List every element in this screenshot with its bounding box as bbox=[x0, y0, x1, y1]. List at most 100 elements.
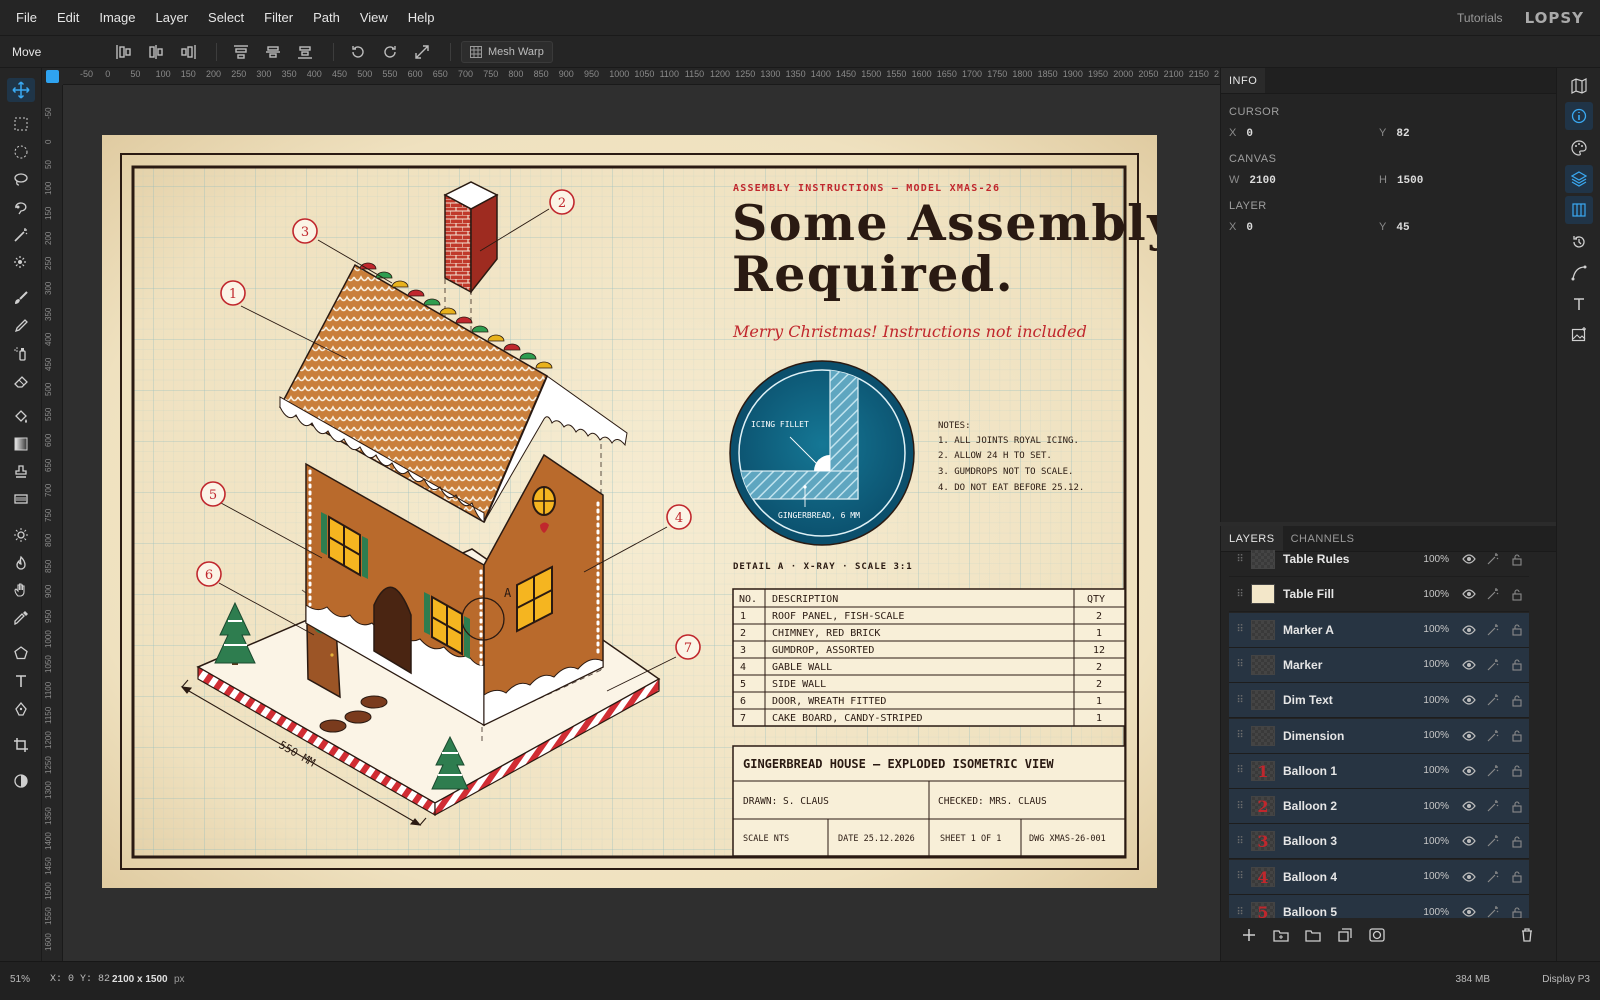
visibility-eye-icon[interactable] bbox=[1457, 577, 1481, 612]
lock-icon[interactable] bbox=[1505, 550, 1529, 577]
layer-opacity[interactable]: 100% bbox=[1413, 730, 1449, 741]
align-bottom-icon[interactable] bbox=[291, 40, 319, 64]
balloon-4[interactable]: 4 bbox=[666, 504, 692, 530]
layer-effects-icon[interactable] bbox=[1481, 789, 1505, 824]
hand-icon[interactable] bbox=[7, 578, 35, 602]
layer-name[interactable]: Table Fill bbox=[1283, 587, 1413, 601]
layer-effects-icon[interactable] bbox=[1481, 895, 1505, 919]
drag-handle-icon[interactable]: ⠿ bbox=[1229, 659, 1251, 670]
layer-name[interactable]: Balloon 1 bbox=[1283, 764, 1413, 778]
drag-handle-icon[interactable]: ⠿ bbox=[1229, 624, 1251, 635]
visibility-eye-icon[interactable] bbox=[1457, 647, 1481, 682]
lock-icon[interactable] bbox=[1505, 683, 1529, 718]
visibility-eye-icon[interactable] bbox=[1457, 753, 1481, 788]
document-artboard[interactable]: A 550 MM 1 2 3 4 5 6 7 ASSEMBLY INSTRUCT… bbox=[102, 135, 1157, 888]
layer-effects-icon[interactable] bbox=[1481, 859, 1505, 894]
gradient-icon[interactable] bbox=[7, 432, 35, 456]
layer-effects-icon[interactable] bbox=[1481, 577, 1505, 612]
menu-filter[interactable]: Filter bbox=[254, 10, 303, 25]
move-tool-icon[interactable] bbox=[7, 78, 35, 102]
visibility-eye-icon[interactable] bbox=[1457, 550, 1481, 577]
layer-row[interactable]: ⠿ Marker A 100% bbox=[1229, 612, 1529, 648]
tab-layers[interactable]: LAYERS bbox=[1221, 526, 1283, 551]
magic-wand-icon[interactable] bbox=[7, 223, 35, 247]
lock-icon[interactable] bbox=[1505, 718, 1529, 753]
mask-icon[interactable] bbox=[1361, 920, 1393, 950]
visibility-eye-icon[interactable] bbox=[1457, 718, 1481, 753]
layer-name[interactable]: Dim Text bbox=[1283, 693, 1413, 707]
layer-row[interactable]: ⠿ 5 Balloon 5 100% bbox=[1229, 895, 1529, 918]
tab-channels[interactable]: CHANNELS bbox=[1283, 526, 1363, 551]
layer-effects-icon[interactable] bbox=[1481, 718, 1505, 753]
layer-opacity[interactable]: 100% bbox=[1413, 695, 1449, 706]
bucket-icon[interactable] bbox=[7, 405, 35, 429]
layer-opacity[interactable]: 100% bbox=[1413, 659, 1449, 670]
drag-handle-icon[interactable]: ⠿ bbox=[1229, 695, 1251, 706]
duplicate-icon[interactable] bbox=[1329, 920, 1361, 950]
lock-icon[interactable] bbox=[1505, 612, 1529, 647]
layer-row[interactable]: ⠿ Dim Text 100% bbox=[1229, 683, 1529, 719]
layer-opacity[interactable]: 100% bbox=[1413, 554, 1449, 565]
balloon-2[interactable]: 2 bbox=[549, 189, 575, 215]
layer-opacity[interactable]: 100% bbox=[1413, 907, 1449, 918]
layer-opacity[interactable]: 100% bbox=[1413, 765, 1449, 776]
quick-select-icon[interactable] bbox=[7, 250, 35, 274]
drag-handle-icon[interactable]: ⠿ bbox=[1229, 871, 1251, 882]
menu-path[interactable]: Path bbox=[303, 10, 350, 25]
expand-icon[interactable] bbox=[408, 40, 436, 64]
visibility-eye-icon[interactable] bbox=[1457, 824, 1481, 859]
layer-opacity[interactable]: 100% bbox=[1413, 871, 1449, 882]
menu-edit[interactable]: Edit bbox=[47, 10, 89, 25]
layer-effects-icon[interactable] bbox=[1481, 683, 1505, 718]
balloon-1[interactable]: 1 bbox=[220, 280, 246, 306]
origin-marker[interactable] bbox=[46, 70, 59, 83]
menu-help[interactable]: Help bbox=[398, 10, 445, 25]
layer-name[interactable]: Balloon 5 bbox=[1283, 905, 1413, 918]
menu-image[interactable]: Image bbox=[89, 10, 145, 25]
spray-icon[interactable] bbox=[7, 341, 35, 365]
new-group-icon[interactable] bbox=[1265, 920, 1297, 950]
drag-handle-icon[interactable]: ⠿ bbox=[1229, 554, 1251, 565]
eraser-icon[interactable] bbox=[7, 369, 35, 393]
mesh-warp-button[interactable]: Mesh Warp bbox=[461, 40, 553, 63]
visibility-eye-icon[interactable] bbox=[1457, 612, 1481, 647]
image-adjust-icon[interactable] bbox=[1565, 321, 1593, 349]
canvas-stage[interactable]: A 550 MM 1 2 3 4 5 6 7 ASSEMBLY INSTRUCT… bbox=[63, 85, 1220, 961]
align-center-h-icon[interactable] bbox=[142, 40, 170, 64]
align-top-icon[interactable] bbox=[227, 40, 255, 64]
layer-effects-icon[interactable] bbox=[1481, 550, 1505, 577]
tab-info[interactable]: INFO bbox=[1221, 68, 1266, 93]
pencil-icon[interactable] bbox=[7, 314, 35, 338]
layer-opacity[interactable]: 100% bbox=[1413, 589, 1449, 600]
layer-name[interactable]: Balloon 4 bbox=[1283, 870, 1413, 884]
layers-panel-icon[interactable] bbox=[1565, 165, 1593, 193]
dodge-icon[interactable] bbox=[7, 523, 35, 547]
menu-layer[interactable]: Layer bbox=[146, 10, 199, 25]
visibility-eye-icon[interactable] bbox=[1457, 859, 1481, 894]
lock-icon[interactable] bbox=[1505, 789, 1529, 824]
align-left-icon[interactable] bbox=[110, 40, 138, 64]
rotate-ccw-icon[interactable] bbox=[344, 40, 372, 64]
layer-effects-icon[interactable] bbox=[1481, 612, 1505, 647]
marquee-rect-icon[interactable] bbox=[7, 112, 35, 136]
balloon-5[interactable]: 5 bbox=[200, 481, 226, 507]
history-icon[interactable] bbox=[1565, 228, 1593, 256]
visibility-eye-icon[interactable] bbox=[1457, 895, 1481, 919]
layer-row[interactable]: ⠿ Table Rules 100% bbox=[1229, 550, 1529, 577]
brush-icon[interactable] bbox=[7, 286, 35, 310]
balloon-3[interactable]: 3 bbox=[292, 218, 318, 244]
folder-icon[interactable] bbox=[1297, 920, 1329, 950]
menu-view[interactable]: View bbox=[350, 10, 398, 25]
layer-opacity[interactable]: 100% bbox=[1413, 624, 1449, 635]
layer-row[interactable]: ⠿ Dimension 100% bbox=[1229, 718, 1529, 754]
type-panel-icon[interactable] bbox=[1565, 290, 1593, 318]
polygon-icon[interactable] bbox=[7, 641, 35, 665]
layer-name[interactable]: Marker A bbox=[1283, 623, 1413, 637]
align-middle-icon[interactable] bbox=[259, 40, 287, 64]
layer-opacity[interactable]: 100% bbox=[1413, 836, 1449, 847]
menu-select[interactable]: Select bbox=[198, 10, 254, 25]
layer-effects-icon[interactable] bbox=[1481, 647, 1505, 682]
layer-effects-icon[interactable] bbox=[1481, 824, 1505, 859]
rotate-cw-icon[interactable] bbox=[376, 40, 404, 64]
drag-handle-icon[interactable]: ⠿ bbox=[1229, 765, 1251, 776]
